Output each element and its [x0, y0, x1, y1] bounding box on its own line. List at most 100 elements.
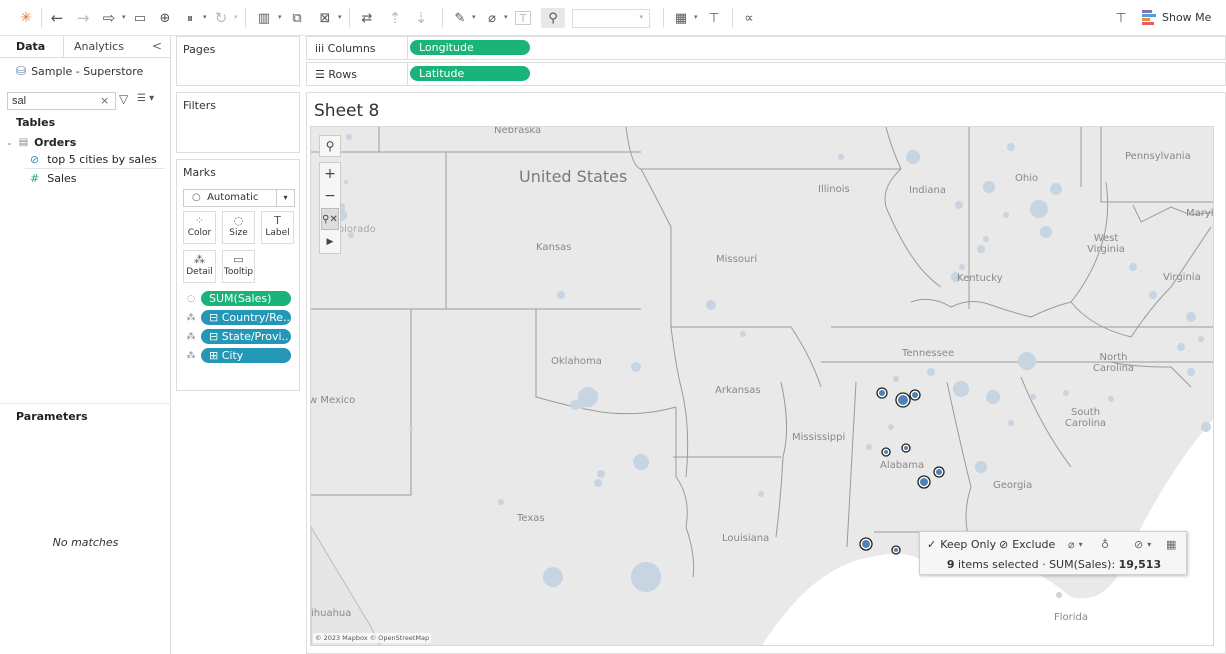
map-mark[interactable]	[1018, 352, 1036, 370]
map-mark[interactable]	[866, 444, 872, 450]
refresh-dropdown-icon[interactable]: ▾	[234, 13, 238, 21]
selected-map-mark[interactable]	[912, 392, 918, 398]
map-attribution[interactable]: © 2023 Mapbox © OpenStreetMap	[313, 633, 432, 643]
highlight-icon[interactable]: ✎	[452, 8, 468, 28]
map-mark[interactable]	[975, 461, 987, 473]
selected-map-mark[interactable]	[862, 540, 870, 548]
sheet-title[interactable]: Sheet 8	[314, 101, 379, 121]
datasource-item[interactable]: ⛁ Sample - Superstore	[16, 64, 143, 78]
view-options-icon[interactable]: ☰ ▾	[137, 93, 154, 104]
map-mark[interactable]	[1040, 226, 1052, 238]
map-mark[interactable]	[959, 264, 965, 270]
map-mark[interactable]	[409, 427, 413, 431]
save-icon[interactable]: ▭	[132, 8, 148, 28]
map-mark[interactable]	[498, 499, 504, 505]
table-orders[interactable]: ⌄ ▤ Orders	[6, 136, 76, 149]
selected-map-mark[interactable]	[920, 478, 928, 486]
replay-icon[interactable]: ⇨	[100, 8, 118, 28]
view-data-button[interactable]: ▦	[1166, 538, 1176, 551]
map-mark[interactable]	[1149, 291, 1157, 299]
fix-axes-icon[interactable]: ⚲	[541, 8, 565, 28]
map-mark[interactable]	[1129, 263, 1137, 271]
expand-toolbar-button[interactable]: ▶	[320, 231, 340, 253]
highlight-dropdown-icon[interactable]: ▾	[472, 13, 476, 21]
show-me-button[interactable]: Show Me	[1142, 10, 1211, 25]
pause-dropdown-icon[interactable]: ▾	[203, 13, 207, 21]
map-mark[interactable]	[346, 134, 352, 140]
collapse-pane-icon[interactable]: <	[152, 39, 162, 53]
selected-map-mark[interactable]	[879, 390, 885, 396]
field-item[interactable]: ⊘ top 5 cities by sales	[30, 153, 157, 166]
map-mark[interactable]	[1198, 336, 1204, 342]
map-mark[interactable]	[631, 562, 661, 592]
tab-analytics[interactable]: Analytics	[74, 40, 124, 53]
map-mark[interactable]	[1108, 396, 1114, 402]
field-item[interactable]: # Sales	[30, 172, 77, 185]
group-icon[interactable]: ⌀	[484, 8, 500, 28]
map-mark[interactable]	[740, 331, 746, 337]
city-pill[interactable]: ⊞ City	[201, 348, 291, 363]
state-pill[interactable]: ⊟ State/Provi..	[201, 329, 291, 344]
latitude-pill[interactable]: Latitude (generated)	[410, 66, 530, 95]
map-mark[interactable]	[838, 154, 844, 160]
new-worksheet-dropdown-icon[interactable]: ▾	[278, 13, 282, 21]
map-mark[interactable]	[906, 150, 920, 164]
selected-map-mark[interactable]	[898, 395, 908, 405]
map-mark[interactable]	[1008, 420, 1014, 426]
pages-card[interactable]: Pages	[176, 36, 300, 86]
swap-icon[interactable]: ⇄	[358, 8, 376, 28]
selected-map-mark[interactable]	[894, 548, 898, 552]
fit-icon[interactable]: ▦	[672, 8, 690, 28]
map-mark[interactable]	[1056, 592, 1062, 598]
map-mark[interactable]	[706, 300, 716, 310]
size-button[interactable]: ◌ Size	[222, 211, 255, 244]
presentation-icon[interactable]: ⊤	[705, 8, 723, 28]
fit-select[interactable]: ▾	[572, 9, 650, 28]
zoom-out-button[interactable]: −	[320, 185, 340, 207]
map-mark[interactable]	[1063, 390, 1069, 396]
columns-shelf[interactable]: iii Columns Longitude (generated)	[306, 36, 1226, 69]
sum-sales-pill[interactable]: SUM(Sales)	[201, 291, 291, 306]
tooltip-button[interactable]: ▭ Tooltip	[222, 250, 255, 283]
clear-search-icon[interactable]: ×	[100, 94, 109, 107]
map-mark[interactable]	[543, 567, 563, 587]
new-worksheet-icon[interactable]: ▥	[255, 8, 273, 28]
longitude-pill[interactable]: Longitude (generated)	[410, 40, 530, 69]
map-mark[interactable]	[953, 381, 969, 397]
map-mark[interactable]	[594, 479, 602, 487]
filter-icon[interactable]: ▽	[119, 92, 128, 106]
keep-only-button[interactable]: ✓ Keep Only	[927, 538, 996, 551]
group-members-button[interactable]: ⌀ ▾	[1068, 538, 1083, 551]
pin-map-button[interactable]: ⚲✕	[321, 208, 339, 230]
map-mark[interactable]	[986, 390, 1000, 404]
mark-type-select[interactable]: ○ Automatic ▾	[183, 189, 295, 207]
selected-map-mark[interactable]	[936, 469, 942, 475]
map-mark[interactable]	[557, 291, 565, 299]
refresh-icon[interactable]: ↻	[213, 8, 229, 28]
duplicate-sheet-icon[interactable]: ⧉	[288, 8, 306, 28]
map-mark[interactable]	[1007, 143, 1015, 151]
redo-icon[interactable]: →	[74, 8, 92, 28]
map-mark[interactable]	[1187, 368, 1195, 376]
map-mark[interactable]	[1186, 312, 1196, 322]
map-mark[interactable]	[1030, 200, 1048, 218]
tab-data[interactable]: Data	[16, 40, 45, 53]
map-mark[interactable]	[977, 245, 985, 253]
map-mark[interactable]	[344, 180, 348, 184]
clear-sheet-icon[interactable]: ⊠	[316, 8, 334, 28]
map-mark[interactable]	[758, 491, 764, 497]
map-mark[interactable]	[1030, 394, 1036, 400]
exclude-button[interactable]: ⊘ Exclude	[999, 538, 1055, 551]
map-mark[interactable]	[633, 454, 649, 470]
detail-button[interactable]: ⁂ Detail	[183, 250, 216, 283]
map-mark[interactable]	[893, 376, 899, 382]
replay-dropdown-icon[interactable]: ▾	[122, 13, 126, 21]
selected-map-mark[interactable]	[904, 446, 908, 450]
fit-dropdown-icon[interactable]: ▾	[694, 13, 698, 21]
tooltip-sign-icon[interactable]: ⊤	[1112, 8, 1130, 28]
map-mark[interactable]	[983, 181, 995, 193]
sort-asc-icon[interactable]: ⇡	[386, 8, 404, 28]
label-button[interactable]: T Label	[261, 211, 294, 244]
map-mark[interactable]	[597, 470, 605, 478]
selected-map-mark[interactable]	[884, 450, 888, 454]
